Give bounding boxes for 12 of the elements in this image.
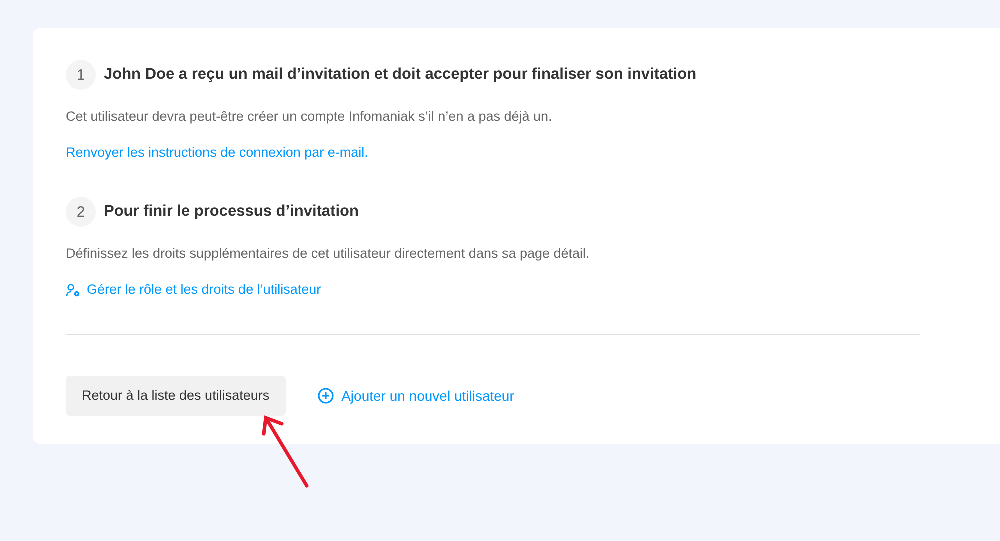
step-title: John Doe a reçu un mail d’invitation et doit accepter pour finaliser son invitation — [104, 66, 697, 84]
plus-circle-icon — [318, 388, 334, 404]
user-settings-icon — [66, 284, 81, 296]
add-user-link[interactable]: Ajouter un nouvel utilisateur — [318, 388, 514, 404]
step-number: 1 — [66, 60, 96, 90]
step-title: Pour finir le processus d’invitation — [104, 203, 359, 221]
step-number: 2 — [66, 197, 96, 227]
step-link[interactable]: Gérer le rôle et les droits de l’utilisateur — [66, 280, 322, 300]
step-description: Définissez les droits supplémentaires de cet utilisateur directement dans sa page détail. — [66, 245, 591, 263]
step-link[interactable]: Renvoyer les instructions de connexion par e-mail. — [66, 143, 368, 163]
back-button[interactable]: Retour à la liste des utilisateurs — [66, 376, 286, 416]
step-description: Cet utilisateur devra peut-être créer un compte Infomaniak s’il n’en a pas déjà un. — [66, 108, 554, 126]
